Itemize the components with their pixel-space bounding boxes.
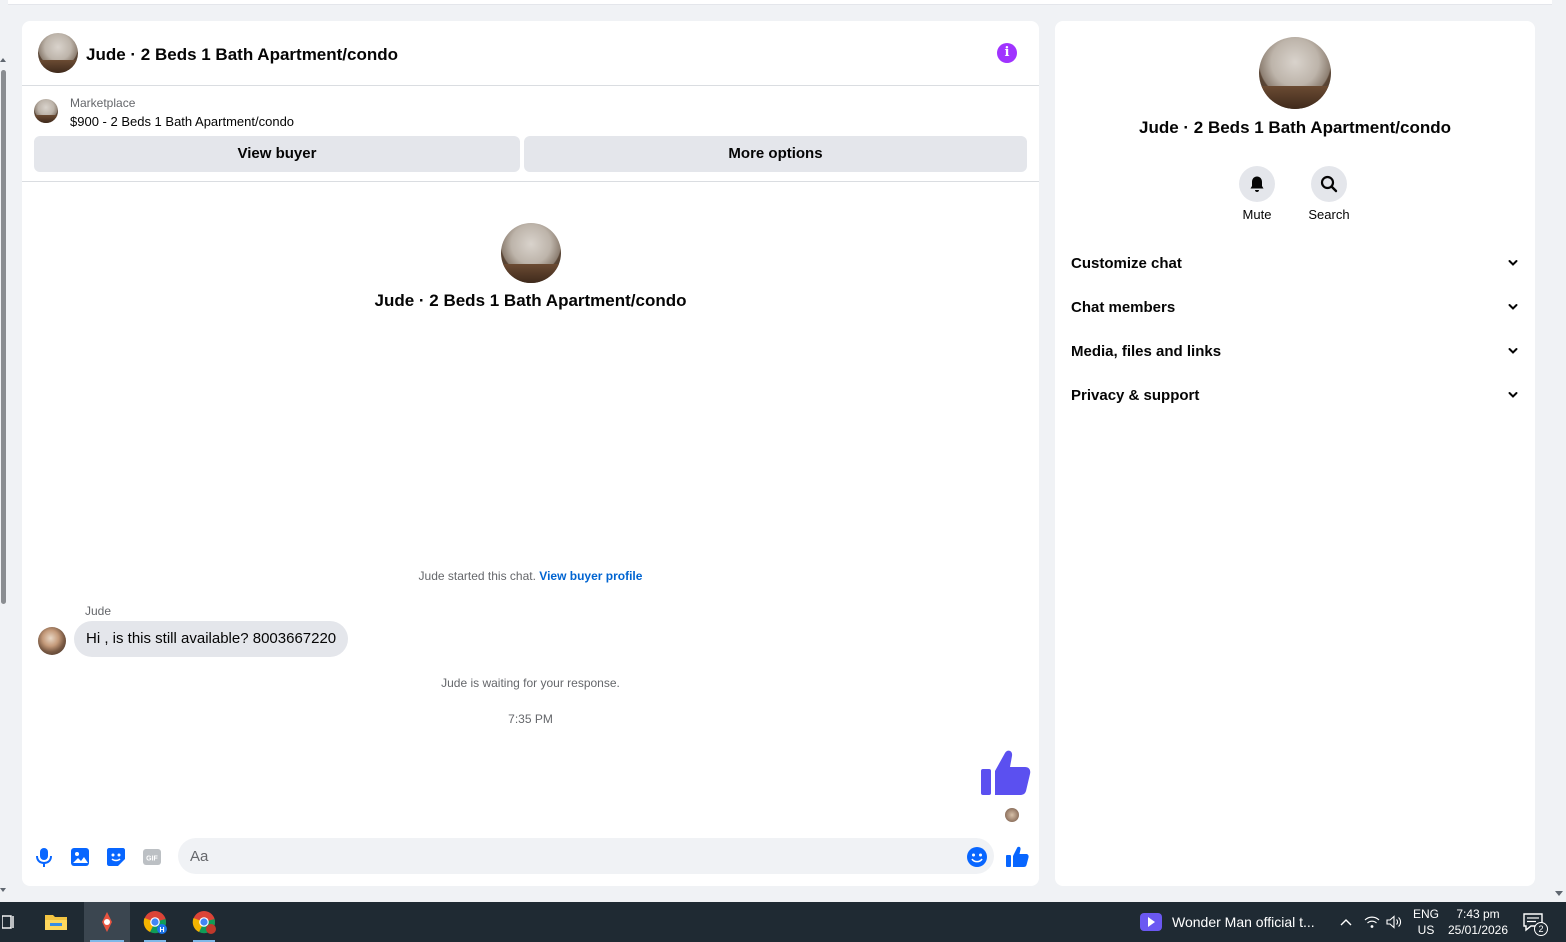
left-scrollbar[interactable] bbox=[0, 0, 8, 902]
sticker-icon[interactable] bbox=[105, 846, 127, 868]
section-label: Customize chat bbox=[1071, 254, 1182, 272]
read-receipt-avatar bbox=[1005, 808, 1019, 822]
chevron-down-icon bbox=[1508, 392, 1518, 398]
media-title: Wonder Man official t... bbox=[1172, 914, 1315, 930]
microphone-icon[interactable] bbox=[33, 846, 55, 868]
right-scrollbar[interactable] bbox=[1552, 0, 1566, 902]
emoji-icon[interactable] bbox=[966, 846, 988, 868]
info-icon[interactable]: i bbox=[997, 43, 1017, 63]
notification-center-button[interactable]: 2 bbox=[1522, 912, 1548, 936]
scrollbar-thumb[interactable] bbox=[1, 70, 6, 604]
chat-avatar[interactable] bbox=[38, 33, 78, 73]
chrome-profile-button[interactable] bbox=[185, 902, 223, 942]
svg-text:H: H bbox=[159, 927, 164, 934]
search-circle[interactable] bbox=[1311, 166, 1347, 202]
chat-started-notice: Jude started this chat. View buyer profi… bbox=[22, 569, 1039, 583]
like-button-icon[interactable] bbox=[1005, 845, 1029, 869]
image-icon[interactable] bbox=[69, 846, 91, 868]
search-button[interactable]: Search bbox=[1299, 166, 1359, 222]
message-sender-name: Jude bbox=[85, 604, 112, 618]
chat-panel: Jude · 2 Beds 1 Bath Apartment/condo i M… bbox=[22, 21, 1039, 886]
intro-title: Jude · 2 Beds 1 Bath Apartment/condo bbox=[374, 291, 687, 310]
view-buyer-button[interactable]: View buyer bbox=[34, 136, 520, 172]
view-buyer-profile-link[interactable]: View buyer profile bbox=[539, 569, 642, 583]
section-media-files-links[interactable]: Media, files and links bbox=[1055, 329, 1535, 373]
sent-like-icon[interactable] bbox=[979, 747, 1031, 799]
clock-time: 7:43 pm bbox=[1456, 907, 1500, 921]
more-options-button[interactable]: More options bbox=[524, 136, 1027, 172]
search-icon bbox=[1320, 175, 1338, 193]
marketplace-bar: Marketplace $900 - 2 Beds 1 Bath Apartme… bbox=[22, 86, 1039, 182]
task-view-icon bbox=[2, 915, 14, 929]
mute-circle[interactable] bbox=[1239, 166, 1275, 202]
notification-count-badge: 2 bbox=[1534, 922, 1548, 936]
section-label: Chat members bbox=[1071, 298, 1176, 316]
message-input[interactable] bbox=[178, 838, 994, 874]
speaker-icon bbox=[1386, 915, 1401, 929]
recorder-app-icon bbox=[102, 912, 112, 932]
gif-icon[interactable]: GIF bbox=[141, 846, 163, 868]
video-play-icon bbox=[1140, 913, 1162, 931]
section-customize-chat[interactable]: Customize chat bbox=[1055, 241, 1535, 285]
media-playback-widget[interactable]: Wonder Man official t... bbox=[1140, 902, 1315, 942]
info-avatar[interactable] bbox=[1259, 37, 1331, 109]
section-privacy-support[interactable]: Privacy & support bbox=[1055, 373, 1535, 417]
scroll-up-arrow[interactable] bbox=[0, 58, 6, 62]
input-language-indicator[interactable]: ENG US bbox=[1410, 906, 1442, 938]
task-view-button[interactable] bbox=[0, 902, 18, 942]
mute-label: Mute bbox=[1242, 207, 1272, 222]
file-explorer-button[interactable] bbox=[38, 902, 74, 942]
section-label: Media, files and links bbox=[1071, 342, 1222, 360]
section-chat-members[interactable]: Chat members bbox=[1055, 285, 1535, 329]
scroll-down-arrow[interactable] bbox=[1555, 891, 1563, 896]
volume-button[interactable] bbox=[1384, 902, 1404, 942]
message-bubble[interactable]: Hi , is this still available? 8003667220 bbox=[74, 621, 349, 657]
scroll-down-arrow-left[interactable] bbox=[0, 888, 6, 892]
show-hidden-icons-button[interactable] bbox=[1336, 902, 1356, 942]
intro-avatar[interactable] bbox=[501, 223, 561, 283]
section-label: Privacy & support bbox=[1071, 386, 1200, 404]
chat-header: Jude · 2 Beds 1 Bath Apartment/condo i bbox=[22, 21, 1039, 86]
info-title: Jude · 2 Beds 1 Bath Apartment/condo bbox=[1138, 118, 1452, 137]
language-code: ENG bbox=[1412, 907, 1439, 921]
browser-top-strip bbox=[0, 0, 1566, 5]
waiting-notice: Jude is waiting for your response. bbox=[441, 676, 620, 690]
chrome-icon bbox=[192, 911, 216, 934]
bell-icon bbox=[1250, 176, 1264, 192]
windows-taskbar: H Wonder Man official t... ENG US 7:43 p… bbox=[0, 902, 1566, 942]
folder-icon bbox=[45, 915, 67, 930]
chevron-down-icon bbox=[1508, 348, 1518, 354]
search-label: Search bbox=[1308, 207, 1350, 222]
chrome-profile-h-button[interactable]: H bbox=[136, 902, 174, 942]
keyboard-layout: US bbox=[1417, 923, 1435, 937]
chevron-down-icon bbox=[1508, 304, 1518, 310]
recording-app-button[interactable] bbox=[84, 902, 130, 942]
chevron-up-icon bbox=[1340, 919, 1352, 926]
clock-date: 25/01/2026 bbox=[1447, 923, 1509, 937]
message-composer: GIF bbox=[22, 831, 1039, 886]
system-clock[interactable]: 7:43 pm 25/01/2026 bbox=[1446, 906, 1510, 938]
marketplace-label: Marketplace bbox=[70, 96, 136, 110]
chat-started-text: Jude started this chat. bbox=[418, 569, 536, 583]
listing-thumbnail[interactable] bbox=[34, 99, 58, 123]
chrome-icon: H bbox=[143, 911, 167, 934]
chevron-down-icon bbox=[1508, 260, 1518, 266]
chat-title[interactable]: Jude · 2 Beds 1 Bath Apartment/condo bbox=[86, 45, 398, 65]
svg-text:GIF: GIF bbox=[146, 856, 158, 863]
sender-avatar[interactable] bbox=[38, 627, 66, 655]
wifi-icon bbox=[1364, 916, 1380, 928]
mute-button[interactable]: Mute bbox=[1227, 166, 1287, 222]
message-timestamp: 7:35 PM bbox=[508, 712, 553, 726]
listing-title[interactable]: $900 - 2 Beds 1 Bath Apartment/condo bbox=[70, 114, 294, 129]
network-button[interactable] bbox=[1362, 902, 1382, 942]
conversation-info-panel: Jude · 2 Beds 1 Bath Apartment/condo Mut… bbox=[1055, 21, 1535, 886]
